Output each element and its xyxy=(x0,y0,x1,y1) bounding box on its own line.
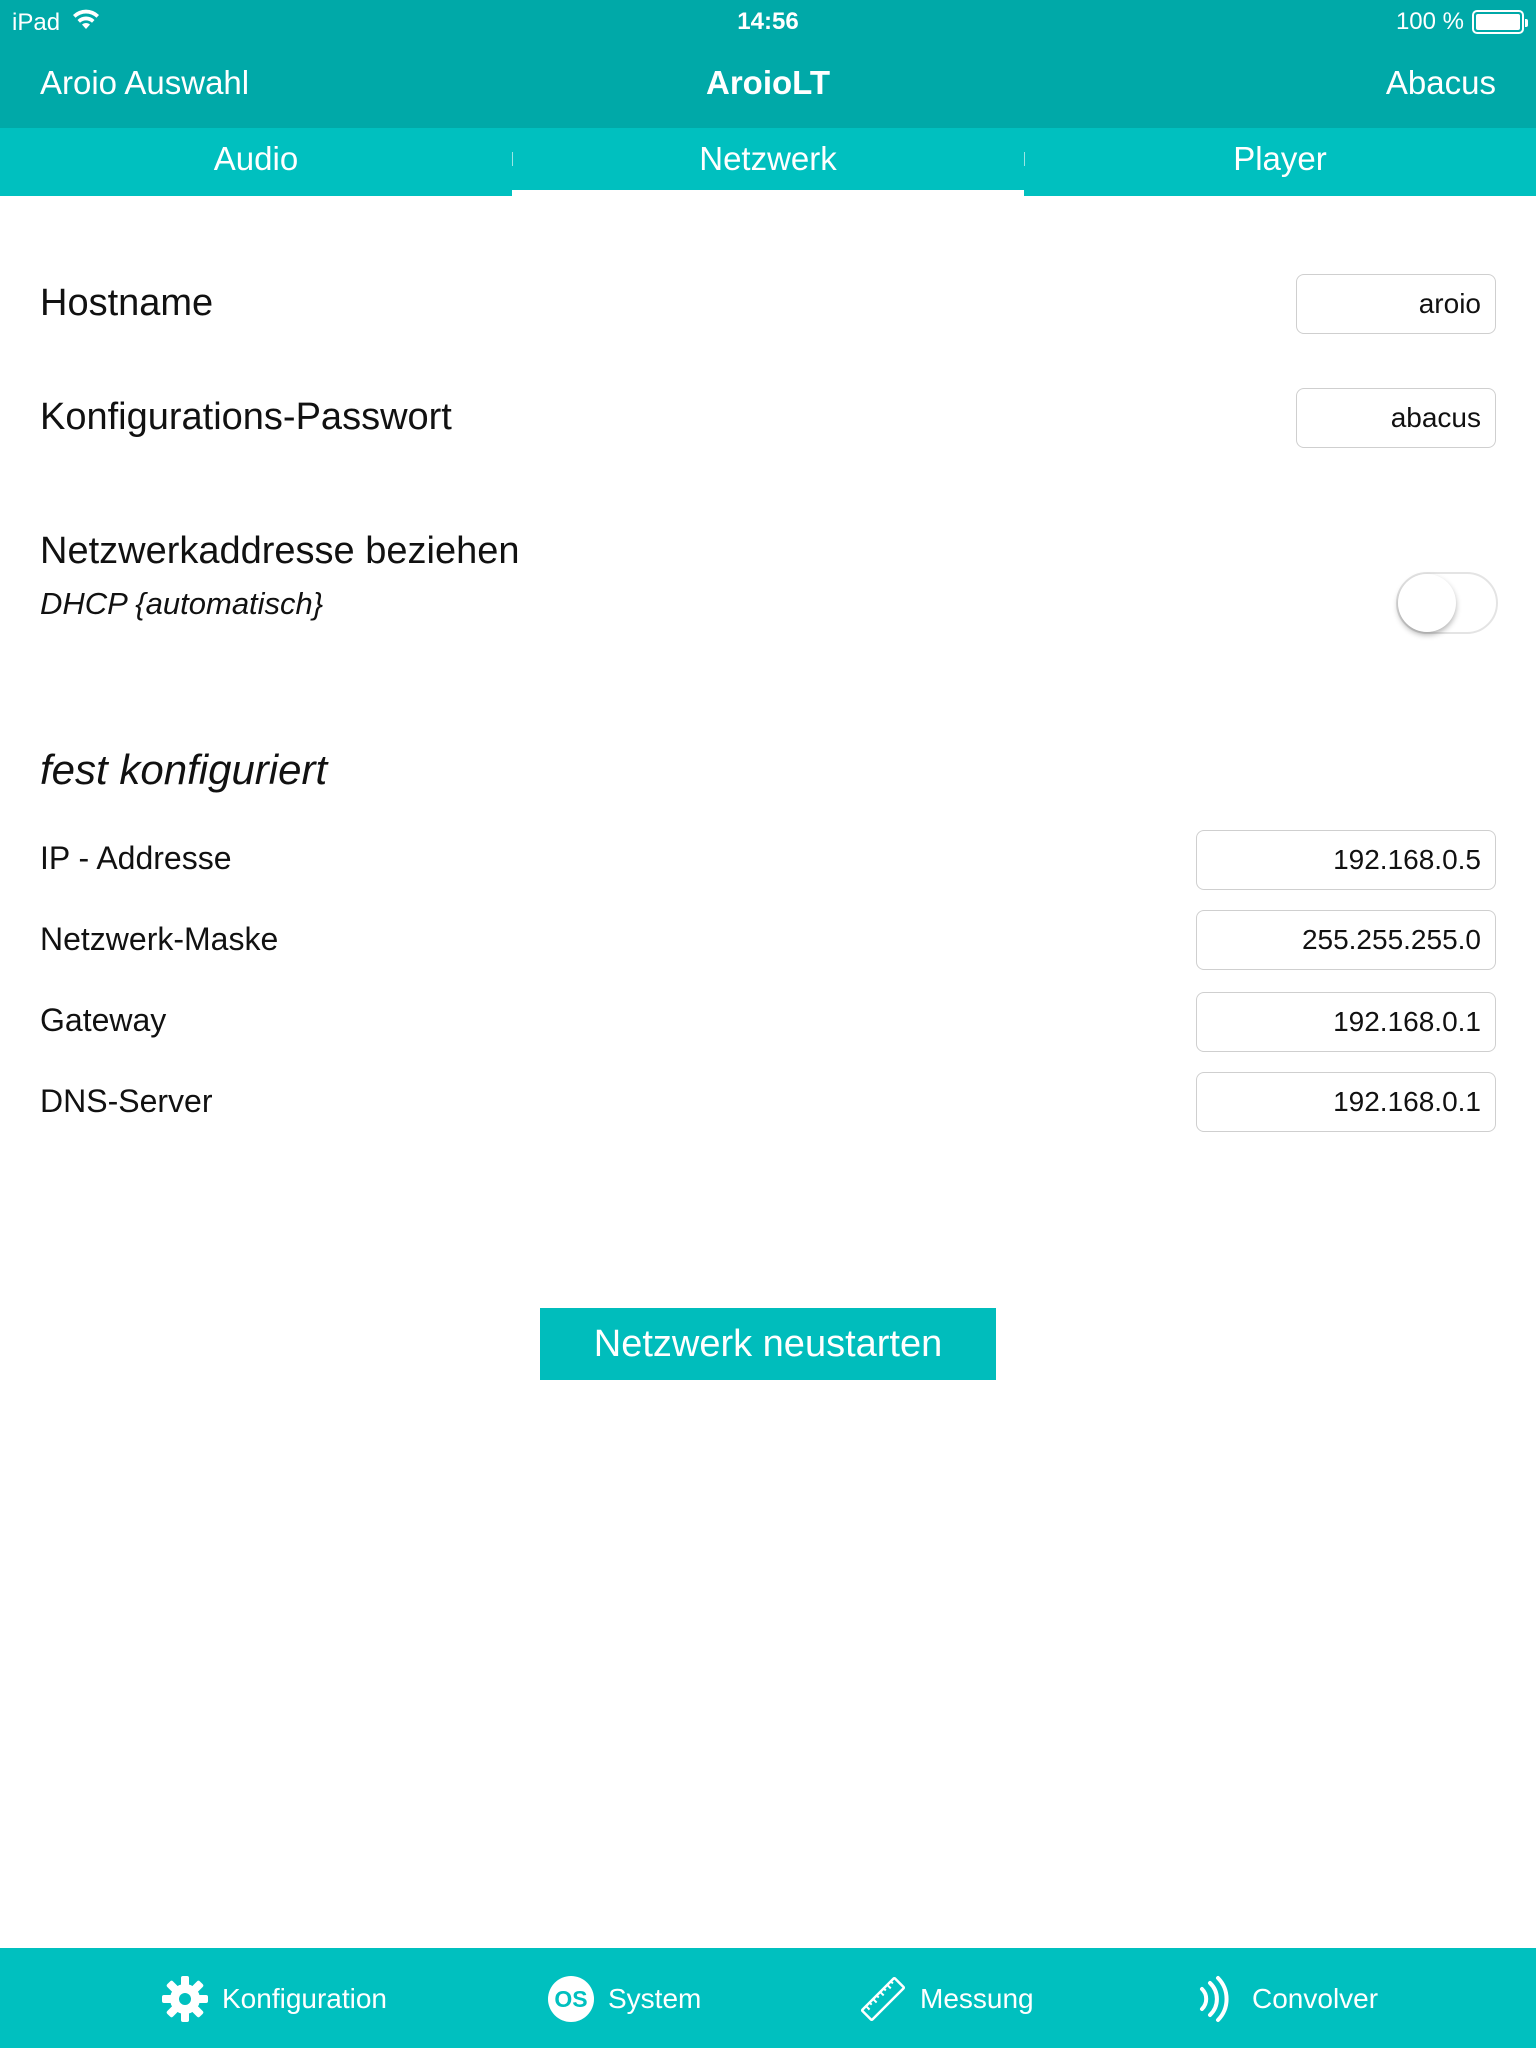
dhcp-sublabel: DHCP {automatisch} xyxy=(40,586,324,621)
hostname-label: Hostname xyxy=(40,282,214,324)
hostname-field[interactable]: aroio xyxy=(1296,274,1496,334)
mask-field[interactable]: 255.255.255.0 xyxy=(1196,910,1496,970)
gateway-label: Gateway xyxy=(40,1002,167,1038)
ip-label: IP - Addresse xyxy=(40,840,232,876)
gear-icon xyxy=(160,1974,210,2024)
sound-waves-icon xyxy=(1190,1974,1240,2024)
gateway-field[interactable]: 192.168.0.1 xyxy=(1196,992,1496,1052)
bottom-tab-messung[interactable]: Messung xyxy=(858,1974,1034,2024)
tab-player[interactable]: Player xyxy=(1024,128,1536,196)
page-title: AroioLT xyxy=(705,64,831,101)
ip-field[interactable]: 192.168.0.5 xyxy=(1196,830,1496,890)
password-label: Konfigurations-Passwort xyxy=(40,396,452,438)
bottom-tab-label: Messung xyxy=(920,1983,1034,2014)
header: iPad 14:56 100 % Aroio Auswahl AroioLT A… xyxy=(0,0,1536,128)
bottom-tab-label: Convolver xyxy=(1252,1983,1379,2014)
bottom-tab-convolver[interactable]: Convolver xyxy=(1190,1974,1378,2024)
dns-label: DNS-Server xyxy=(40,1083,213,1119)
tab-netzwerk[interactable]: Netzwerk xyxy=(512,128,1024,196)
svg-text:OS: OS xyxy=(554,1986,587,2012)
dhcp-toggle[interactable] xyxy=(1396,572,1498,634)
bottom-tab-label: System xyxy=(608,1983,702,2014)
bottom-tab-label: Konfiguration xyxy=(222,1983,388,2014)
dhcp-label: Netzwerkaddresse beziehen xyxy=(40,530,520,572)
ruler-icon xyxy=(858,1974,908,2024)
restart-network-button[interactable]: Netzwerk neustarten xyxy=(540,1308,996,1380)
tab-bar: Audio Netzwerk Player xyxy=(0,128,1536,196)
toggle-knob xyxy=(1398,574,1456,632)
section-title: fest konfiguriert xyxy=(40,746,328,793)
bottom-tab-bar: Konfiguration OS System Messung Convolve… xyxy=(0,1948,1536,2048)
tab-audio[interactable]: Audio xyxy=(0,128,512,196)
status-right: 100 % xyxy=(1395,8,1528,36)
os-icon: OS xyxy=(546,1974,596,2024)
status-bar: iPad 14:56 100 % xyxy=(0,0,1536,40)
bottom-tab-system[interactable]: OS System xyxy=(546,1974,701,2024)
dns-field[interactable]: 192.168.0.1 xyxy=(1196,1072,1496,1132)
bottom-tab-konfiguration[interactable]: Konfiguration xyxy=(160,1974,387,2024)
mask-label: Netzwerk-Maske xyxy=(40,921,279,957)
password-field[interactable]: abacus xyxy=(1296,388,1496,448)
battery-percent: 100 % xyxy=(1395,8,1464,35)
status-time: 14:56 xyxy=(737,8,799,35)
profile-button[interactable]: Abacus xyxy=(1386,64,1496,102)
battery-icon xyxy=(1472,10,1528,34)
